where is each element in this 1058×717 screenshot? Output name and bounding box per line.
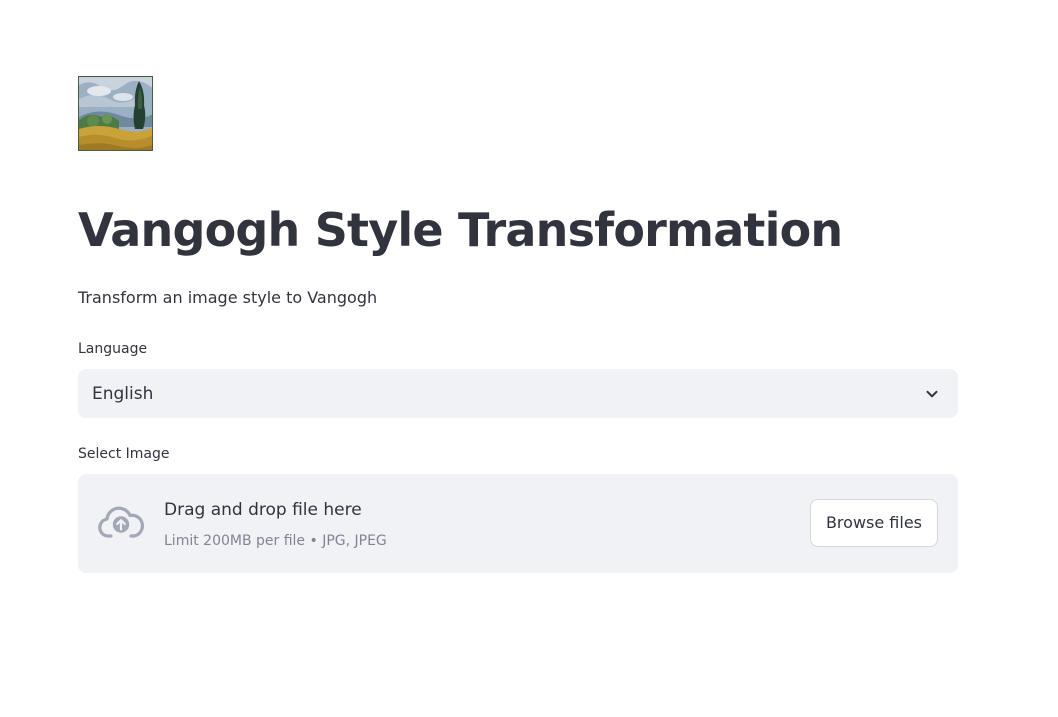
select-image-label: Select Image bbox=[78, 446, 170, 462]
app-page: Vangogh Style Transformation Transform a… bbox=[0, 0, 1058, 717]
drop-instructions: Drag and drop file here bbox=[164, 500, 362, 520]
cloud-upload-icon bbox=[98, 506, 145, 538]
file-dropzone[interactable]: Drag and drop file here Limit 200MB per … bbox=[78, 474, 958, 573]
language-label: Language bbox=[78, 341, 148, 357]
file-limit-text: Limit 200MB per file • JPG, JPEG bbox=[164, 533, 387, 549]
page-subtitle: Transform an image style to Vangogh bbox=[78, 288, 378, 307]
wheatfield-painting-icon bbox=[78, 76, 153, 151]
browse-files-button[interactable]: Browse files bbox=[809, 499, 938, 547]
chevron-down-icon bbox=[926, 390, 938, 398]
language-select[interactable]: English bbox=[78, 369, 958, 418]
language-selected-value: English bbox=[92, 384, 154, 404]
page-title: Vangogh Style Transformation bbox=[78, 203, 843, 257]
